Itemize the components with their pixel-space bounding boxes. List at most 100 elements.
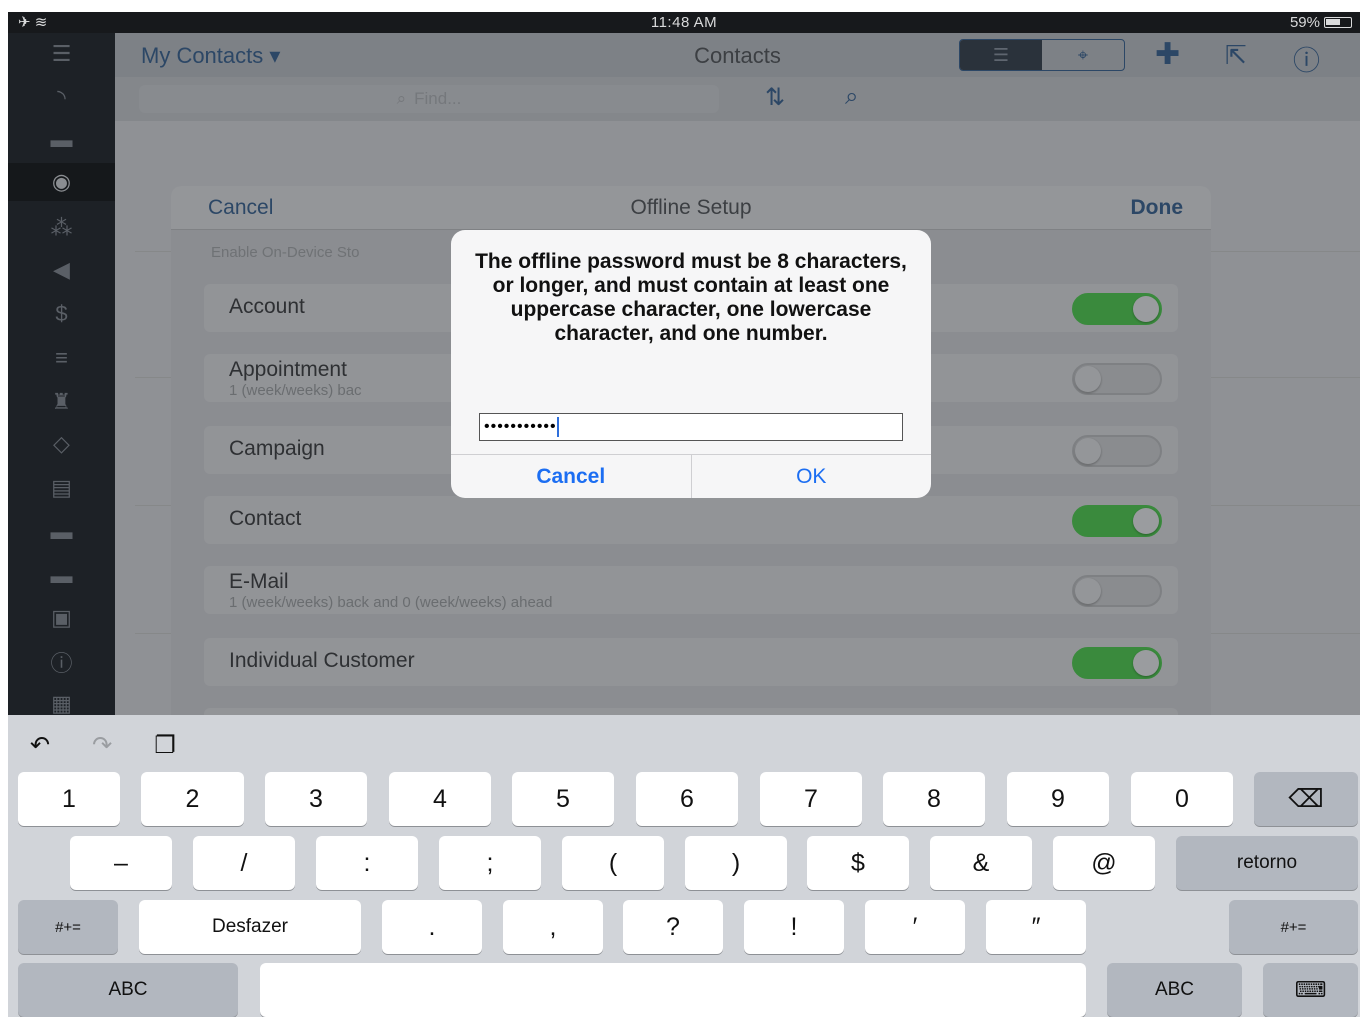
tower-icon[interactable]: ♜ bbox=[8, 383, 115, 421]
search-input[interactable]: ⌕ Find... bbox=[139, 85, 719, 113]
map-view-icon[interactable]: ⌖ bbox=[1042, 40, 1124, 70]
checklist-icon[interactable]: ≡ bbox=[8, 339, 115, 377]
key-6[interactable]: 6 bbox=[636, 772, 738, 826]
undo-key[interactable]: Desfazer bbox=[139, 900, 361, 954]
section-label: Enable On-Device Sto bbox=[211, 244, 360, 261]
campaign-toggle[interactable] bbox=[1072, 435, 1162, 467]
row-label: Campaign bbox=[229, 437, 325, 460]
password-alert: The offline password must be 8 character… bbox=[451, 230, 931, 498]
key-9[interactable]: 9 bbox=[1007, 772, 1109, 826]
shift-symbols-key-right[interactable]: #+= bbox=[1229, 900, 1358, 954]
row-label: Individual Customer bbox=[229, 649, 415, 672]
sheet-cancel-button[interactable]: Cancel bbox=[208, 196, 273, 220]
paste-icon[interactable]: ❐ bbox=[154, 731, 176, 760]
menu-icon[interactable]: ☰ bbox=[8, 35, 115, 73]
key-at[interactable]: @ bbox=[1053, 836, 1155, 890]
alert-icon[interactable]: ⓘ bbox=[8, 643, 115, 681]
team-icon[interactable]: ⁂ bbox=[8, 209, 115, 247]
documents-icon[interactable]: ▤ bbox=[8, 469, 115, 507]
sort-icon[interactable]: ⇅ bbox=[765, 83, 785, 112]
battery-icon bbox=[1324, 17, 1352, 28]
key-dollar[interactable]: $ bbox=[807, 836, 909, 890]
keyboard-hide-icon: ⌨ bbox=[1294, 977, 1327, 1002]
key-period[interactable]: . bbox=[382, 900, 482, 954]
row-sublabel: 1 (week/weeks) bac bbox=[229, 382, 362, 399]
contact-toggle[interactable] bbox=[1072, 505, 1162, 537]
row-label: Appointment bbox=[229, 358, 347, 381]
search-icon: ⌕ bbox=[396, 89, 407, 108]
backspace-key[interactable]: ⌫ bbox=[1254, 772, 1358, 826]
setting-row-individual-customer: Individual Customer bbox=[204, 638, 1178, 686]
key-semicolon[interactable]: ; bbox=[439, 836, 541, 890]
list-view-icon[interactable]: ☰ bbox=[960, 40, 1042, 70]
my-contacts-menu[interactable]: My Contacts ▾ bbox=[141, 43, 280, 69]
search-placeholder: Find... bbox=[414, 89, 462, 108]
key-4[interactable]: 4 bbox=[389, 772, 491, 826]
key-3[interactable]: 3 bbox=[265, 772, 367, 826]
battery-percent: 59% bbox=[1289, 14, 1320, 31]
dollar-icon[interactable]: $ bbox=[8, 295, 115, 333]
search-bar: ⌕ Find... ⇅ ⌕ bbox=[115, 77, 1360, 121]
box-icon[interactable]: ◇ bbox=[8, 425, 115, 463]
key-slash[interactable]: / bbox=[193, 836, 295, 890]
help-icon[interactable]: ⓘ bbox=[1293, 39, 1320, 78]
contacts-icon[interactable]: ◉ bbox=[8, 163, 115, 201]
key-comma[interactable]: , bbox=[503, 900, 603, 954]
key-dash[interactable]: – bbox=[70, 836, 172, 890]
password-field[interactable]: ••••••••••• bbox=[479, 413, 903, 441]
alert-buttons: Cancel OK bbox=[451, 454, 931, 498]
undo-icon[interactable]: ↶ bbox=[30, 731, 50, 760]
sheet-header: Cancel Offline Setup Done bbox=[171, 186, 1211, 230]
view-switcher[interactable]: ☰ ⌖ bbox=[959, 39, 1125, 71]
campaign-icon[interactable]: ◀ bbox=[8, 251, 115, 289]
account-toggle[interactable] bbox=[1072, 293, 1162, 325]
key-exclamation[interactable]: ! bbox=[744, 900, 844, 954]
email-toggle[interactable] bbox=[1072, 575, 1162, 607]
row-label: E-Mail bbox=[229, 570, 289, 593]
key-right-paren[interactable]: ) bbox=[685, 836, 787, 890]
key-quote[interactable]: ″ bbox=[986, 900, 1086, 954]
space-key[interactable] bbox=[260, 963, 1086, 1017]
key-7[interactable]: 7 bbox=[760, 772, 862, 826]
password-mask: ••••••••••• bbox=[484, 418, 557, 435]
nav-bar: My Contacts ▾ Contacts ☰ ⌖ ✚ ⇱ ⓘ bbox=[115, 33, 1360, 77]
key-question[interactable]: ? bbox=[623, 900, 723, 954]
appointment-toggle[interactable] bbox=[1072, 363, 1162, 395]
key-left-paren[interactable]: ( bbox=[562, 836, 664, 890]
advanced-search-icon[interactable]: ⌕ bbox=[845, 83, 858, 111]
status-bar: ✈ ≋ 11:48 AM 59% bbox=[8, 12, 1360, 33]
folder-icon[interactable]: ▬ bbox=[8, 513, 115, 551]
key-apostrophe[interactable]: ′ bbox=[865, 900, 965, 954]
abc-key[interactable]: ABC bbox=[18, 963, 238, 1017]
sheet-done-button[interactable]: Done bbox=[1131, 196, 1184, 220]
sidebar: ☰ ◝ ▬ ◉ ⁂ ◀ $ ≡ ♜ ◇ ▤ ▬ ▬ ▣ ⓘ ▦ bbox=[8, 33, 115, 733]
alert-ok-button[interactable]: OK bbox=[692, 455, 932, 498]
key-8[interactable]: 8 bbox=[883, 772, 985, 826]
key-1[interactable]: 1 bbox=[18, 772, 120, 826]
key-colon[interactable]: : bbox=[316, 836, 418, 890]
key-2[interactable]: 2 bbox=[141, 772, 244, 826]
setting-row-contact: Contact bbox=[204, 496, 1178, 544]
key-0[interactable]: 0 bbox=[1131, 772, 1233, 826]
alert-cancel-button[interactable]: Cancel bbox=[451, 455, 692, 498]
id-card-icon[interactable]: ▣ bbox=[8, 599, 115, 637]
return-key[interactable]: retorno bbox=[1176, 836, 1358, 890]
abc-key-right[interactable]: ABC bbox=[1107, 963, 1242, 1017]
folder-icon[interactable]: ▬ bbox=[8, 557, 115, 595]
key-5[interactable]: 5 bbox=[512, 772, 614, 826]
redo-icon[interactable]: ↷ bbox=[92, 731, 112, 760]
folder-icon[interactable]: ▬ bbox=[8, 121, 115, 159]
shift-symbols-key[interactable]: #+= bbox=[18, 900, 118, 954]
backspace-icon: ⌫ bbox=[1288, 785, 1324, 813]
sheet-title: Offline Setup bbox=[630, 196, 752, 219]
text-caret bbox=[556, 416, 559, 437]
device-screen: ✈ ≋ 11:48 AM 59% ☰ ◝ ▬ ◉ ⁂ ◀ $ ≡ ♜ ◇ ▤ ▬… bbox=[8, 12, 1360, 1017]
key-ampersand[interactable]: & bbox=[930, 836, 1032, 890]
setting-row-email: E-Mail 1 (week/weeks) back and 0 (week/w… bbox=[204, 566, 1178, 614]
add-icon[interactable]: ✚ bbox=[1155, 37, 1180, 72]
keyboard: ↶ ↷ ❐ 1 2 3 4 5 6 7 8 9 0 ⌫ – / : ; ( ) … bbox=[8, 715, 1360, 1017]
individual-customer-toggle[interactable] bbox=[1072, 647, 1162, 679]
feed-icon[interactable]: ◝ bbox=[8, 79, 115, 117]
hide-keyboard-key[interactable]: ⌨ bbox=[1263, 963, 1358, 1017]
share-icon[interactable]: ⇱ bbox=[1225, 40, 1247, 71]
